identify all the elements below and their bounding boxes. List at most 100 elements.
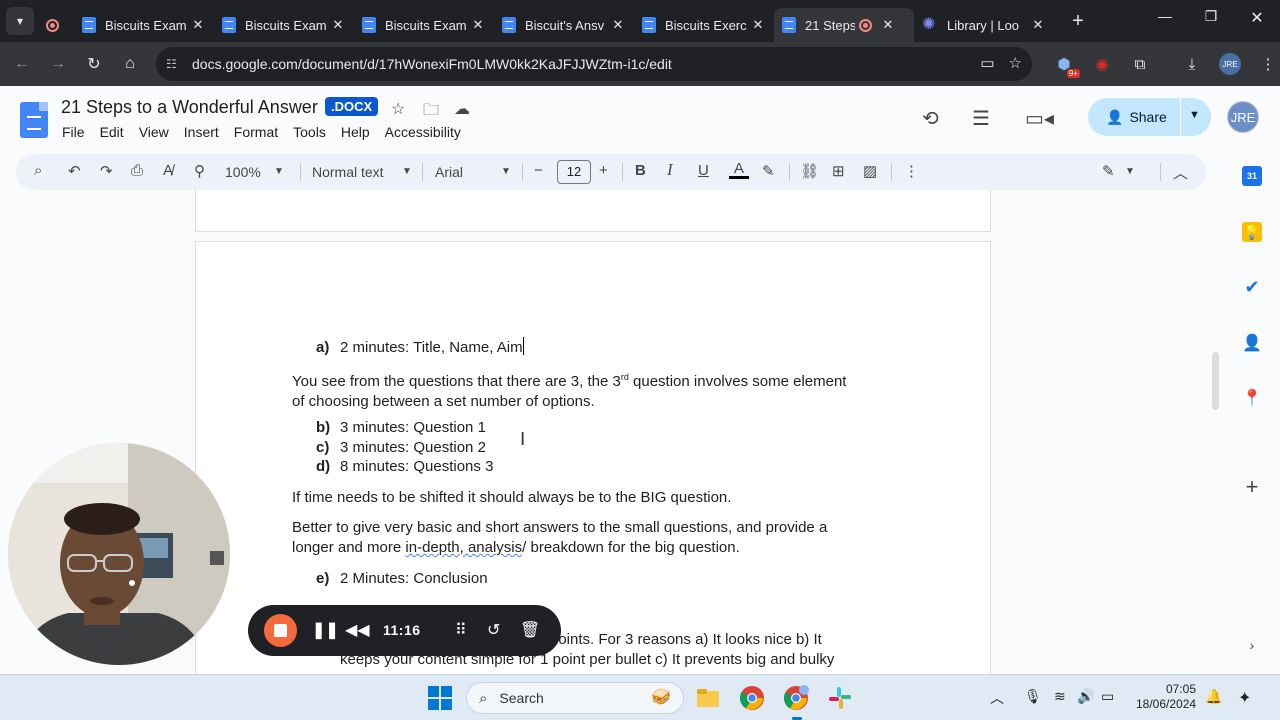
paragraph-1[interactable]: You see from the questions that there ar… [292,367,846,412]
list-item-d[interactable]: d) 8 minutes: Questions 3 [316,457,493,477]
document-title[interactable]: 21 Steps to a Wonderful Answer [61,97,318,118]
zoom-dropdown-icon[interactable]: ▼ [274,166,284,177]
chrome-menu-icon[interactable]: ⋮ [1254,50,1280,78]
menu-file[interactable]: File [62,124,85,140]
back-icon[interactable]: ← [4,55,40,73]
url-text[interactable]: docs.google.com/document/d/17hWonexiFm0L… [192,56,672,72]
text-color-button[interactable]: A [729,161,749,179]
extensions-puzzle-icon[interactable]: ⧉ [1126,50,1154,78]
share-button[interactable]: 👤 Share ▼ [1088,98,1211,136]
cloud-status-icon[interactable]: ☁ [454,99,470,119]
tab-biscuits-exam-3[interactable]: Biscuits Exam ✕ [354,8,494,42]
highlight-color-icon[interactable]: ✎ [762,162,775,180]
tasks-icon[interactable]: ✔ [1242,277,1262,297]
share-dropdown-icon[interactable]: ▼ [1189,109,1200,121]
tab-library[interactable]: ✺ Library | Loo ✕ [914,8,1054,42]
show-hidden-icons-icon[interactable]: ︿ [990,688,1004,708]
comments-icon[interactable]: ☰ [972,106,990,131]
font-size-input[interactable]: 12 [557,160,591,184]
bold-button[interactable]: B [635,162,646,179]
underline-button[interactable]: U [698,162,709,179]
move-folder-icon[interactable]: 🗀 [423,99,439,126]
show-side-panel-icon[interactable]: › [1242,635,1262,655]
chrome-icon[interactable] [739,685,765,711]
font-dropdown-icon[interactable]: ▼ [501,166,511,177]
font-select[interactable]: Arial [435,164,463,180]
editing-mode-icon[interactable]: ✎ [1102,162,1115,180]
address-bar[interactable]: ☷ docs.google.com/document/d/17hWonexiFm… [156,47,1032,81]
menu-tools[interactable]: Tools [293,124,326,140]
contacts-icon[interactable]: 👤 [1242,333,1262,353]
download-icon[interactable]: ⤓ [1178,50,1206,78]
profile-avatar[interactable]: JRE [1216,50,1244,78]
taskbar-search[interactable]: ⌕ Search 🥪 [466,682,684,714]
cast-icon[interactable]: ▭ [980,54,994,72]
keep-icon[interactable]: 💡 [1242,222,1262,242]
style-select[interactable]: Normal text [312,164,384,180]
tab-biscuits-answers[interactable]: Biscuit's Ansv ✕ [494,8,634,42]
zoom-select[interactable]: 100% [225,164,261,180]
delete-recording-icon[interactable]: 🗑 [520,620,540,640]
slack-icon[interactable] [827,685,853,711]
version-history-icon[interactable]: ⟲ [922,106,939,131]
close-window-icon[interactable]: ✕ [1234,8,1280,28]
collapse-menus-icon[interactable]: ︿ [1173,162,1188,183]
wifi-icon[interactable]: ≋ [1054,688,1066,705]
list-item-c[interactable]: c) 3 minutes: Question 2 [316,438,486,458]
account-avatar[interactable]: JRE [1227,101,1259,133]
new-tab-button[interactable]: + [1066,10,1090,33]
editing-mode-dropdown-icon[interactable]: ▼ [1125,166,1135,177]
bookmark-star-icon[interactable]: ☆ [1009,54,1022,72]
battery-icon[interactable]: ▭ [1101,688,1114,705]
spellcheck-icon[interactable]: A̸ [163,162,173,179]
menu-insert[interactable]: Insert [184,124,219,140]
close-tab-icon[interactable]: ✕ [190,17,206,33]
tab-biscuits-exam-1[interactable]: Biscuits Exam ✕ [74,8,214,42]
style-dropdown-icon[interactable]: ▼ [402,166,412,177]
list-item-e[interactable]: e) 2 Minutes: Conclusion [316,569,488,589]
tab-search-button[interactable]: ▾ [6,7,34,35]
menu-view[interactable]: View [139,124,169,140]
close-tab-icon[interactable]: ✕ [330,17,346,33]
spelling-suggestion[interactable]: in-depth, analysis [405,539,522,556]
tab-biscuits-exam-2[interactable]: Biscuits Exam ✕ [214,8,354,42]
microphone-icon[interactable]: 🎙 [1024,688,1042,705]
drag-handle-icon[interactable]: ⠿ [455,620,467,640]
paragraph-2[interactable]: If time needs to be shifted it should al… [292,488,731,508]
system-clock[interactable]: 07:05 18/06/2024 [1136,682,1196,712]
close-tab-icon[interactable]: ✕ [610,17,626,33]
extension-icon[interactable]: ⬢ 9+ [1050,50,1080,78]
volume-icon[interactable]: 🔊 [1077,688,1094,705]
get-addons-icon[interactable]: + [1242,474,1262,499]
list-item-b[interactable]: b) 3 minutes: Question 1 [316,418,486,438]
redo-icon[interactable]: ↷ [100,162,113,180]
restart-icon[interactable]: ↺ [487,620,500,640]
restore-icon[interactable]: ❐ [1188,8,1234,25]
tab-recording[interactable] [34,8,74,42]
minimize-icon[interactable]: — [1142,8,1188,24]
docs-logo-icon[interactable] [20,102,48,138]
chrome-profile-icon[interactable] [783,685,809,711]
stop-recording-button[interactable] [264,614,297,647]
copilot-icon[interactable]: ✦ [1238,688,1251,708]
menu-help[interactable]: Help [341,124,370,140]
menu-format[interactable]: Format [234,124,278,140]
partial-line-1[interactable]: points. For 3 reasons a) It looks nice b… [550,630,822,650]
more-options-icon[interactable]: ⋮ [904,162,919,180]
reload-icon[interactable]: ↻ [76,54,112,74]
print-icon[interactable]: ⎙ [131,162,143,179]
insert-image-icon[interactable]: ▨ [863,162,877,180]
document-scrollbar[interactable] [1212,352,1219,410]
italic-button[interactable]: I [667,160,673,180]
paint-format-icon[interactable]: ⚲ [194,162,205,180]
search-menus-icon[interactable]: ⌕ [34,162,42,179]
recorder-extension-icon[interactable]: ◉ [1088,50,1116,78]
increase-font-size-icon[interactable]: + [599,162,608,179]
close-tab-icon[interactable]: ✕ [880,17,896,33]
tab-biscuits-exercise[interactable]: Biscuits Exerc ✕ [634,8,774,42]
maps-icon[interactable]: 📍 [1242,388,1262,408]
undo-icon[interactable]: ↶ [68,162,81,180]
close-tab-icon[interactable]: ✕ [750,17,766,33]
insert-link-icon[interactable]: ⛓ [800,162,819,180]
rewind-icon[interactable]: ◀◀ [345,620,370,640]
